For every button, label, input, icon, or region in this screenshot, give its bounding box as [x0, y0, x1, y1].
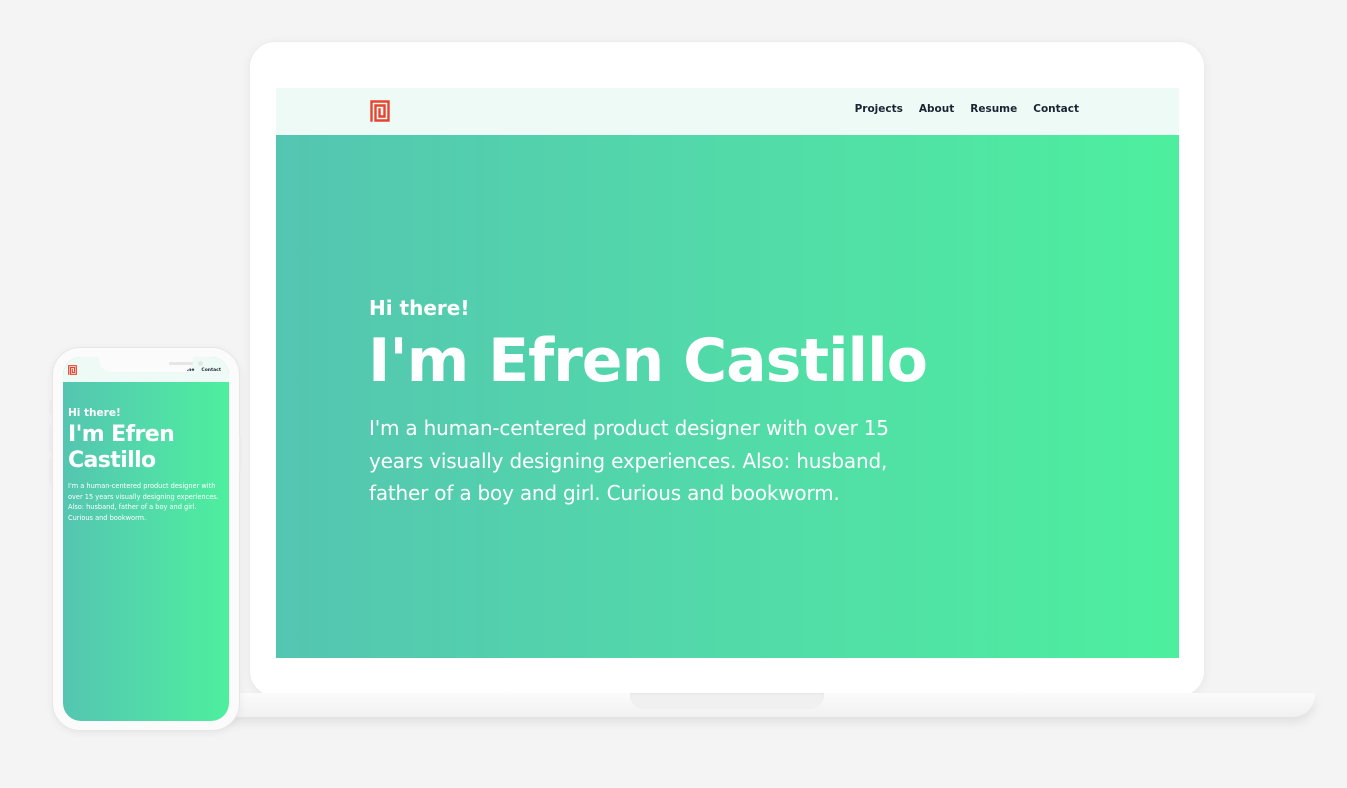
- phone-volume-button: [49, 458, 52, 484]
- phone-hero-name-line: I'm Efren: [68, 422, 175, 447]
- hero-greeting: Hi there!: [369, 296, 470, 320]
- phone-nav-menu: me Contact: [187, 368, 221, 373]
- phone-hero-greeting: Hi there!: [68, 407, 121, 419]
- phone-nav-link-contact[interactable]: Contact: [201, 368, 221, 373]
- device-mockup-stage: Projects About Resume Contact Hi there! …: [0, 0, 1347, 788]
- phone-hero-bio-line: I'm a human-centered product designer wi…: [68, 482, 216, 490]
- phone-hero-name-line: Castillo: [68, 448, 156, 473]
- laptop-navbar: Projects About Resume Contact: [276, 88, 1179, 135]
- hero-bio-line: years visually designing experiences. Al…: [369, 448, 888, 473]
- hero-bio-line: I'm a human-centered product designer wi…: [369, 416, 889, 440]
- phone-power-button: [239, 436, 242, 472]
- hero-name-heading: I'm Efren Castillo: [368, 326, 928, 396]
- phone-hero-bio-line: over 15 years visually designing experie…: [68, 492, 219, 501]
- nav-link-projects[interactable]: Projects: [855, 103, 903, 115]
- phone-speaker: [169, 362, 193, 365]
- phone-screen: me Contact Hi there! I'm Efren Castillo …: [63, 357, 229, 721]
- square-spiral-logo-icon[interactable]: [370, 100, 390, 122]
- phone-hero-bio: I'm a human-centered product designer wi…: [68, 481, 224, 523]
- nav-link-resume[interactable]: Resume: [970, 103, 1017, 115]
- phone-volume-button: [49, 425, 52, 451]
- hero-bio: I'm a human-centered product designer wi…: [369, 412, 959, 510]
- nav-link-contact[interactable]: Contact: [1033, 103, 1079, 115]
- phone-hero-bio-line: Curious and bookworm.: [68, 513, 147, 522]
- phone-camera: [198, 361, 203, 366]
- phone-hero-bio-line: Also: husband, father of a boy and girl.: [68, 503, 197, 511]
- square-spiral-logo-icon[interactable]: [68, 365, 77, 375]
- phone-notch: [99, 357, 203, 372]
- phone-hero-name-heading: I'm Efren Castillo: [68, 422, 218, 474]
- nav-link-about[interactable]: About: [919, 103, 954, 115]
- hero-bio-line: father of a boy and girl. Curious and bo…: [369, 481, 840, 505]
- phone-volume-button: [49, 400, 52, 414]
- laptop-nav-menu: Projects About Resume Contact: [855, 103, 1079, 115]
- laptop-screen: Projects About Resume Contact Hi there! …: [276, 88, 1179, 658]
- laptop-hinge-notch: [630, 693, 824, 709]
